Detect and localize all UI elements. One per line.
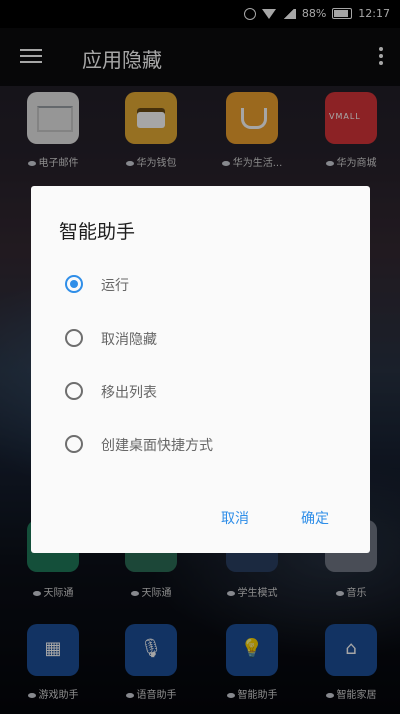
radio-unselected-icon (65, 382, 83, 400)
option-label: 创建桌面快捷方式 (101, 438, 213, 454)
option-create-shortcut[interactable]: 创建桌面快捷方式 (61, 430, 341, 462)
option-label: 移出列表 (101, 385, 157, 401)
option-label: 运行 (101, 278, 129, 294)
dialog-title: 智能助手 (59, 221, 136, 243)
radio-unselected-icon (65, 329, 83, 347)
option-unhide[interactable]: 取消隐藏 (61, 324, 341, 356)
radio-unselected-icon (65, 435, 83, 453)
option-label: 取消隐藏 (101, 332, 157, 348)
action-dialog: 智能助手 运行 取消隐藏 移出列表 创建桌面快捷方式 取消 确定 (31, 186, 370, 553)
ok-button[interactable]: 确定 (301, 508, 329, 528)
cancel-button[interactable]: 取消 (221, 508, 249, 528)
radio-selected-icon (65, 275, 83, 293)
option-remove-from-list[interactable]: 移出列表 (61, 377, 341, 409)
option-run[interactable]: 运行 (61, 270, 341, 302)
